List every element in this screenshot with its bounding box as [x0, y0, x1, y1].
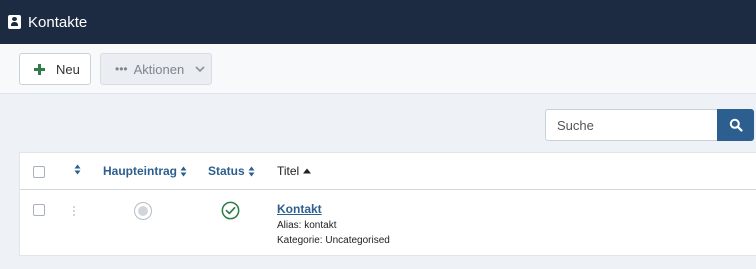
featured-toggle[interactable]: [134, 202, 152, 220]
title-column-label: Titel: [277, 164, 300, 178]
search-button[interactable]: [717, 109, 754, 141]
toolbar: Neu ••• Aktionen: [0, 44, 756, 94]
sort-icon: [248, 166, 255, 176]
new-button-label: Neu: [56, 61, 80, 77]
contact-alias: Alias: kontakt: [277, 220, 337, 231]
title-column-header[interactable]: Titel: [277, 164, 312, 178]
sort-icon: [180, 166, 187, 176]
select-all-checkbox[interactable]: [33, 166, 45, 178]
search-input[interactable]: [545, 109, 718, 141]
contact-category: Kategorie: Uncategorised: [277, 235, 390, 246]
app-header: Kontakte: [0, 0, 756, 44]
address-card-icon: [8, 15, 21, 29]
table-header: Haupteintrag Status Titel: [20, 153, 756, 190]
drag-handle-icon[interactable]: [72, 205, 76, 217]
contacts-table: Haupteintrag Status Titel Kontakt Alias:…: [19, 152, 756, 256]
ellipsis-icon: •••: [115, 62, 128, 76]
page-title: Kontakte: [28, 13, 88, 31]
contact-title-link[interactable]: Kontakt: [277, 202, 322, 216]
ordering-sort-header[interactable]: [71, 164, 81, 175]
chevron-down-icon: [195, 66, 205, 73]
table-row: Kontakt Alias: kontakt Kategorie: Uncate…: [20, 191, 756, 257]
actions-dropdown-button[interactable]: ••• Aktionen: [100, 53, 212, 85]
published-check-icon[interactable]: [221, 201, 240, 220]
status-column-label: Status: [208, 164, 245, 178]
actions-button-label: Aktionen: [133, 61, 185, 77]
sort-icon: [74, 164, 81, 175]
row-checkbox[interactable]: [33, 204, 45, 216]
featured-column-header[interactable]: Haupteintrag: [103, 164, 187, 178]
search-icon: [729, 118, 743, 132]
new-button[interactable]: Neu: [19, 53, 91, 85]
plus-icon: [34, 63, 45, 75]
featured-column-label: Haupteintrag: [103, 164, 178, 178]
status-column-header[interactable]: Status: [208, 164, 255, 178]
sort-ascending-icon: [303, 168, 312, 174]
